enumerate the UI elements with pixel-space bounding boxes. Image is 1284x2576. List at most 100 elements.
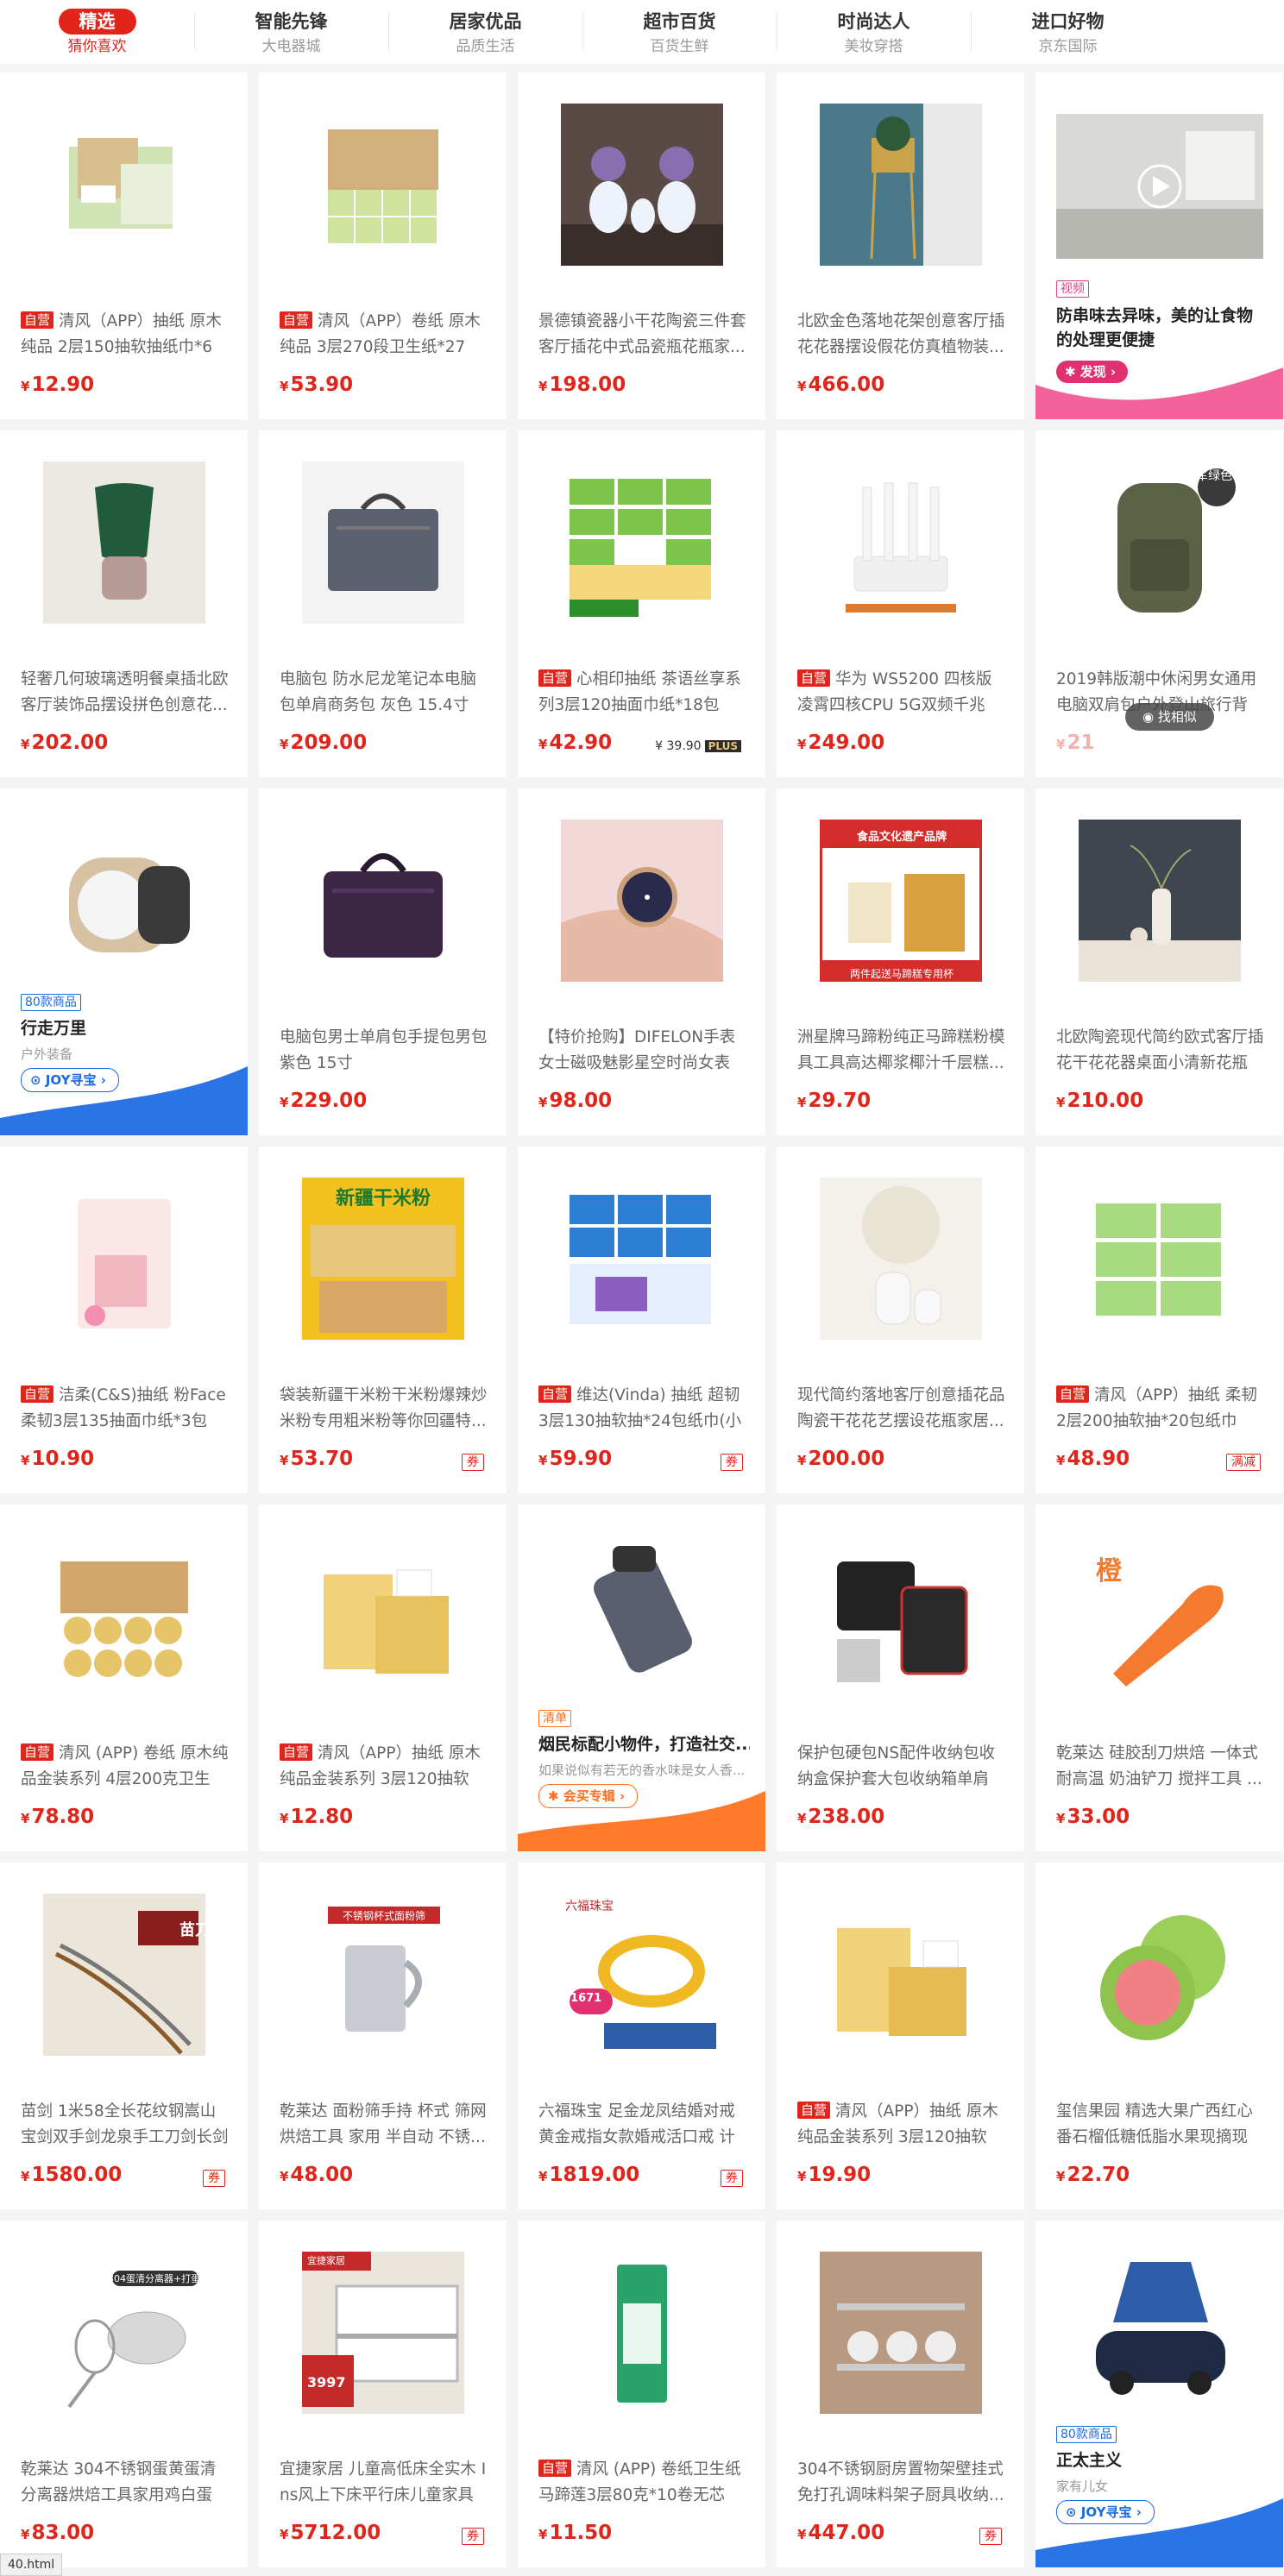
- product-card[interactable]: 自营清风 (APP) 卷纸 原木纯品金装系列 4层200克卫生纸... ¥78.…: [0, 1505, 248, 1851]
- price-value: 59.90: [549, 1448, 613, 1470]
- product-title: 北欧陶瓷现代简约欧式客厅插花干花花器桌面小清新花瓶家...: [1056, 1028, 1264, 1072]
- product-title: 自营清风（APP）抽纸 柔韧2层200抽软抽*20包纸巾（新...: [1056, 1383, 1266, 1435]
- price-value: 83.00: [31, 2522, 95, 2544]
- product-title: 乾莱达 面粉筛手持 杯式 筛网烘焙工具 家用 半自动 不锈...: [280, 2102, 487, 2146]
- product-card[interactable]: 自营清风（APP）抽纸 原木纯品金装系列 3层120抽软抽... ¥19.90: [777, 1863, 1024, 2209]
- poster-headline: 橙: [1096, 1556, 1122, 1586]
- product-price: ¥22.70: [1056, 2164, 1130, 2186]
- video-promo-card[interactable]: 视频 防串味去异味，美的让食物的处理更便捷 ✱ 发现 ›: [1035, 72, 1283, 419]
- product-card[interactable]: 宜捷家居 3997 宜捷家居 儿童高低床全实木 Ins风上下床平行床儿童家具 子…: [259, 2221, 507, 2567]
- product-feed: 自营清风（APP）抽纸 原木纯品 2层150抽软抽纸巾*6包... ¥12.90…: [0, 72, 1284, 2567]
- joy-promo-card[interactable]: 80款商品 正太主义 家有儿女 ⊙ JOY寻宝 ›: [1035, 2221, 1283, 2567]
- product-title: 袋装新疆干米粉干米粉爆辣炒米粉专用粗米粉等你回疆特...: [280, 1386, 488, 1430]
- product-card[interactable]: 【特价抢购】DIFELON手表女士磁吸魅影星空时尚女表 韩... ¥98.00: [518, 789, 765, 1135]
- product-card[interactable]: 304蛋清分离器+打蛋器 乾莱达 304不锈钢蛋黄蛋清分离器烘焙工具家用鸡白蛋液…: [0, 2221, 248, 2567]
- tab-subtitle: 京东国际: [1038, 38, 1098, 55]
- promo-title: 烟民标配小物件，打造社交...: [538, 1735, 750, 1754]
- product-card[interactable]: 六福珠宝 ¥1671 六福珠宝 足金龙凤结婚对戒黄金戒指女款婚戒活口戒 计价 .…: [518, 1863, 765, 2209]
- find-similar-button[interactable]: ◉ 找相似: [1125, 703, 1214, 731]
- product-card[interactable]: 电脑包男士单肩包手提包男包 紫色 15寸 ¥229.00: [259, 789, 507, 1135]
- product-title: 保护包硬包NS配件收纳包收纳盒保护套大包收纳箱单肩手...: [797, 1744, 996, 1788]
- product-image: [1078, 1894, 1241, 2056]
- tab-title: 超市百货: [643, 11, 716, 32]
- product-price: ¥59.90: [538, 1448, 613, 1470]
- promo-desc: 如果说似有若无的香水味是女人香...: [538, 1762, 746, 1778]
- product-price: ¥202.00: [21, 732, 109, 754]
- self-operated-tag: 自营: [538, 2460, 572, 2477]
- joy-promo-card[interactable]: 80款商品 行走万里 户外装备 ⊙ JOY寻宝 ›: [0, 789, 248, 1135]
- product-card[interactable]: 自营清风（APP）抽纸 原木纯品 2层150抽软抽纸巾*6包... ¥12.90: [0, 72, 248, 419]
- product-card[interactable]: 自营华为 WS5200 四核版 凌霄四核CPU 5G双频千兆智... ¥249.…: [777, 430, 1024, 777]
- tab-subtitle: 猜你喜欢: [67, 38, 127, 55]
- product-title: 乾莱达 硅胶刮刀烘焙 一体式耐高温 奶油铲刀 搅拌工具 ...: [1056, 1744, 1262, 1788]
- price-value: 10.90: [31, 1448, 95, 1470]
- product-card[interactable]: 现代简约落地客厅创意插花品陶瓷干花花艺摆设花瓶家居... ¥200.00: [777, 1147, 1024, 1493]
- joy-treasure-button[interactable]: ⊙ JOY寻宝 ›: [1056, 2500, 1155, 2524]
- product-card[interactable]: 自营洁柔(C&S)抽纸 粉Face柔韧3层135抽面巾纸*3包 (L... ¥1…: [0, 1147, 248, 1493]
- product-card[interactable]: 保护包硬包NS配件收纳包收纳盒保护套大包收纳箱单肩手... ¥238.00: [777, 1505, 1024, 1851]
- product-card[interactable]: 食品文化遗产品牌 两件起送马蹄糕专用杯 洲星牌马蹄粉纯正马蹄糕粉模具工具高达椰浆…: [777, 789, 1024, 1135]
- price-value: 19.90: [808, 2164, 872, 2186]
- product-image: [819, 1178, 982, 1340]
- product-card[interactable]: 自营清风（APP）卷纸 原木纯品 3层270段卫生纸*27卷... ¥53.90: [259, 72, 507, 419]
- product-price: ¥53.90: [280, 374, 354, 396]
- tab-subtitle: 品质生活: [456, 38, 515, 55]
- product-card[interactable]: 自营清风 (APP) 卷纸卫生纸 马蹄莲3层80克*10卷无芯卷... ¥11.…: [518, 2221, 765, 2567]
- product-title: 自营清风（APP）卷纸 原木纯品 3层270段卫生纸*27卷...: [280, 309, 489, 361]
- promo-title: 正太主义: [1056, 2451, 1123, 2470]
- product-price: ¥466.00: [797, 374, 885, 396]
- product-card[interactable]: 304不锈钢厨房置物架壁挂式免打孔调味料架子厨具收纳... ¥447.00 券: [777, 2221, 1024, 2567]
- product-title: 苗剑 1米58全长花纹钢嵩山宝剑双手剑龙泉手工刀剑长剑 ...: [21, 2102, 229, 2146]
- product-card[interactable]: 不锈钢杯式面粉筛 乾莱达 面粉筛手持 杯式 筛网烘焙工具 家用 半自动 不锈..…: [259, 1863, 507, 2209]
- product-image: [560, 820, 723, 982]
- product-price: ¥209.00: [280, 732, 368, 754]
- tab-home[interactable]: 居家优品 品质生活: [388, 0, 582, 64]
- tab-featured[interactable]: 精选 猜你喜欢: [0, 0, 194, 64]
- self-operated-tag: 自营: [538, 1385, 572, 1403]
- product-card[interactable]: 北欧陶瓷现代简约欧式客厅插花干花花器桌面小清新花瓶家... ¥210.00: [1035, 789, 1283, 1135]
- product-image: [42, 462, 205, 624]
- product-card[interactable]: 苗刀 苗剑 1米58全长花纹钢嵩山宝剑双手剑龙泉手工刀剑长剑 ... ¥1580…: [0, 1863, 248, 2209]
- product-image: [301, 820, 464, 982]
- product-card[interactable]: 轻奢几何玻璃透明餐桌插北欧客厅装饰品摆设拼色创意花... ¥202.00: [0, 430, 248, 777]
- product-card[interactable]: 自营心相印抽纸 茶语丝享系列3层120抽面巾纸*18包纸... ¥42.90 ¥…: [518, 430, 765, 777]
- product-title: 乾莱达 304不锈钢蛋黄蛋清分离器烘焙工具家用鸡白蛋液...: [21, 2460, 217, 2504]
- price-value: 78.80: [31, 1806, 95, 1828]
- list-tag: 清单: [538, 1710, 571, 1727]
- tab-supermarket[interactable]: 超市百货 百货生鲜: [582, 0, 777, 64]
- product-card[interactable]: 自营维达(Vinda) 抽纸 超韧3层130抽软抽*24包纸巾(小规... ¥5…: [518, 1147, 765, 1493]
- plus-price-value: ¥ 39.90: [655, 739, 702, 753]
- product-card[interactable]: 橙 乾莱达 硅胶刮刀烘焙 一体式耐高温 奶油铲刀 搅拌工具 ... ¥33.00: [1035, 1505, 1283, 1851]
- product-price: ¥229.00: [280, 1090, 368, 1112]
- smart-buy-album-button[interactable]: ✱ 会买专辑 ›: [538, 1784, 639, 1808]
- product-card[interactable]: 自营清风（APP）抽纸 柔韧2层200抽软抽*20包纸巾（新... ¥48.90…: [1035, 1147, 1283, 1493]
- tab-imported[interactable]: 进口好物 京东国际: [971, 0, 1165, 64]
- product-card[interactable]: 新疆干米粉 袋装新疆干米粉干米粉爆辣炒米粉专用粗米粉等你回疆特... ¥53.7…: [259, 1147, 507, 1493]
- tab-fashion[interactable]: 时尚达人 美妆穿搭: [777, 0, 971, 64]
- price-value: 48.90: [1067, 1448, 1130, 1470]
- product-image: [819, 1536, 982, 1698]
- product-card[interactable]: 玺信果园 精选大果广西红心番石榴低糖低脂水果现摘现发... ¥22.70: [1035, 1863, 1283, 2209]
- price-value: 53.90: [290, 374, 354, 396]
- tab-smart[interactable]: 智能先锋 大电器城: [194, 0, 388, 64]
- poster-headline: 不锈钢杯式面粉筛: [342, 1910, 425, 1922]
- product-card[interactable]: 电脑包 防水尼龙笔记本电脑包单肩商务包 灰色 15.4寸 ¥209.00: [259, 430, 507, 777]
- product-card[interactable]: 景德镇瓷器小干花陶瓷三件套客厅插花中式品瓷瓶花瓶家... ¥198.00: [518, 72, 765, 419]
- product-card[interactable]: 军绿色 2019韩版潮中休闲男女通用电脑双肩包户外登山旅行背包... ¥21 ◉…: [1035, 430, 1283, 777]
- price-value: 21: [1067, 732, 1095, 754]
- product-card[interactable]: 自营清风（APP）抽纸 原木纯品金装系列 3层120抽软抽... ¥12.80: [259, 1505, 507, 1851]
- joy-treasure-button[interactable]: ⊙ JOY寻宝 ›: [21, 1068, 119, 1092]
- discover-button[interactable]: ✱ 发现 ›: [1056, 361, 1129, 383]
- plus-member-price: ¥ 39.90 PLUS: [655, 739, 741, 753]
- product-price: ¥12.80: [280, 1806, 354, 1828]
- product-price: ¥11.50: [538, 2522, 613, 2544]
- product-price: ¥10.90: [21, 1448, 95, 1470]
- product-price: ¥21: [1056, 732, 1095, 754]
- product-title: 自营清风（APP）抽纸 原木纯品金装系列 3层120抽软抽...: [797, 2099, 1007, 2151]
- product-image: [301, 462, 464, 624]
- product-image: [42, 104, 205, 266]
- product-card[interactable]: 北欧金色落地花架创意客厅插花花器摆设假花仿真植物装... ¥466.00: [777, 72, 1024, 419]
- list-promo-card[interactable]: 清单 烟民标配小物件，打造社交... 如果说似有若无的香水味是女人香... ✱ …: [518, 1505, 765, 1851]
- product-title: 自营维达(Vinda) 抽纸 超韧3层130抽软抽*24包纸巾(小规...: [538, 1383, 748, 1435]
- product-price: ¥447.00: [797, 2522, 885, 2544]
